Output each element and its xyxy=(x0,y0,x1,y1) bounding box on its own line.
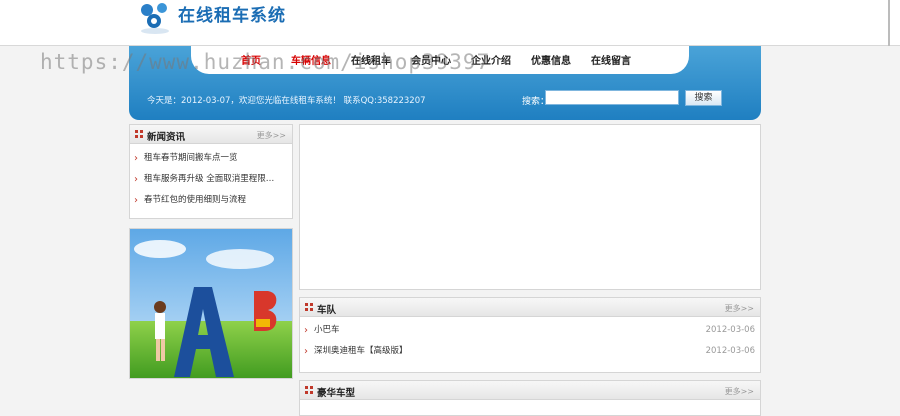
grid-bullet-icon xyxy=(305,303,313,311)
nav-item-messages[interactable]: 在线留言 xyxy=(581,52,641,67)
news-panel-header: 新闻资讯 更多>> xyxy=(130,125,292,144)
news-panel-title: 新闻资讯 xyxy=(147,132,186,143)
main-content-panel xyxy=(299,124,761,290)
fleet-panel: 车队 更多>> 小巴车 2012-03-06 深圳奥迪租车【高级版】 2012-… xyxy=(299,297,761,373)
luxury-panel: 豪华车型 更多>> xyxy=(299,380,761,416)
nav-item-company[interactable]: 企业介绍 xyxy=(461,52,521,67)
fleet-item-date: 2012-03-06 xyxy=(705,346,755,356)
news-panel: 新闻资讯 更多>> 租车春节期间搬车点一览 租车服务再升级 全面取消里程限… 春… xyxy=(129,124,293,219)
fleet-panel-header: 车队 更多>> xyxy=(300,298,760,317)
main-nav: 首页 车辆信息 在线租车 会员中心 企业介绍 优惠信息 在线留言 xyxy=(221,52,641,67)
nav-item-home[interactable]: 首页 xyxy=(221,52,281,67)
window-edge xyxy=(888,0,890,46)
grid-bullet-icon xyxy=(135,130,143,138)
fleet-more-link[interactable]: 更多>> xyxy=(725,303,754,314)
news-item[interactable]: 春节红包的使用细则与流程 xyxy=(130,190,292,211)
news-item[interactable]: 租车春节期间搬车点一览 xyxy=(130,148,292,169)
kids-letters-illustration xyxy=(130,229,292,378)
nav-item-vehicles[interactable]: 车辆信息 xyxy=(281,52,341,67)
logo-icon xyxy=(141,3,169,34)
grid-bullet-icon xyxy=(305,386,313,394)
top-bar: 在线租车系统 xyxy=(0,0,900,46)
fleet-item-name: 小巴车 xyxy=(314,325,340,335)
fleet-item-date: 2012-03-06 xyxy=(705,325,755,335)
search-button[interactable]: 搜索 xyxy=(685,90,722,106)
search-input[interactable] xyxy=(545,90,679,105)
site-title: 在线租车系统 xyxy=(178,6,286,26)
promo-banner-image xyxy=(129,228,293,379)
header: 首页 车辆信息 在线租车 会员中心 企业介绍 优惠信息 在线留言 今天是：201… xyxy=(129,46,761,120)
news-item[interactable]: 租车服务再升级 全面取消里程限… xyxy=(130,169,292,190)
fleet-item-name: 深圳奥迪租车【高级版】 xyxy=(314,346,408,356)
nav-item-rent-online[interactable]: 在线租车 xyxy=(341,52,401,67)
nav-item-promotions[interactable]: 优惠信息 xyxy=(521,52,581,67)
luxury-panel-title: 豪华车型 xyxy=(317,388,356,399)
nav-item-member-center[interactable]: 会员中心 xyxy=(401,52,461,67)
luxury-more-link[interactable]: 更多>> xyxy=(725,386,754,397)
fleet-panel-title: 车队 xyxy=(317,305,337,316)
news-more-link[interactable]: 更多>> xyxy=(257,130,286,141)
fleet-item[interactable]: 深圳奥迪租车【高级版】 2012-03-06 xyxy=(300,341,760,362)
welcome-text: 今天是：2012-03-07，欢迎您光临在线租车系统！ 联系QQ:3582232… xyxy=(147,96,426,106)
luxury-panel-header: 豪华车型 更多>> xyxy=(300,381,760,400)
fleet-item[interactable]: 小巴车 2012-03-06 xyxy=(300,320,760,341)
